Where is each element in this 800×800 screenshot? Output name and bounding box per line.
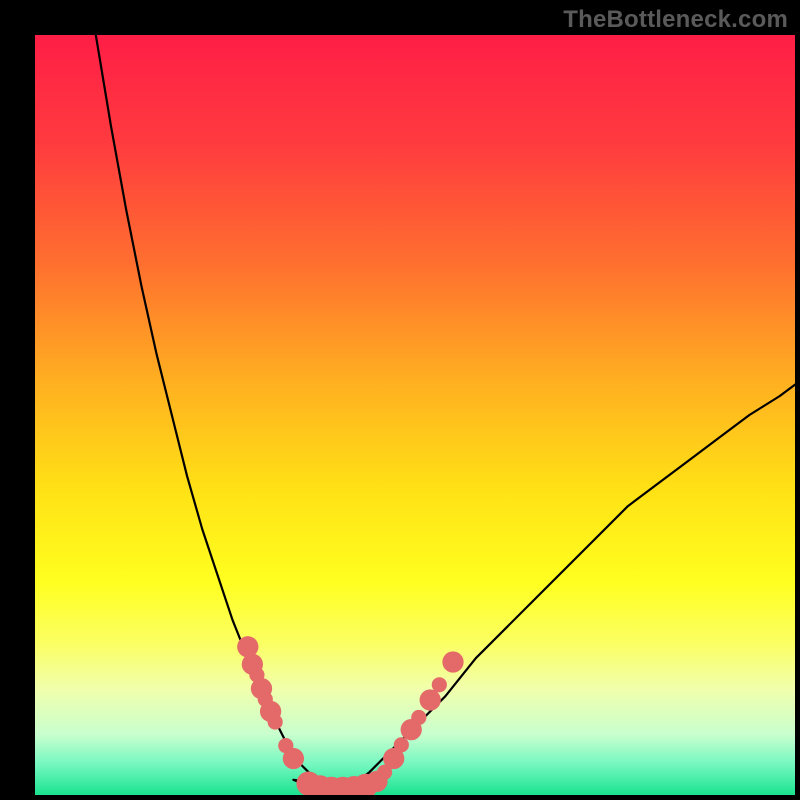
- data-point: [420, 689, 441, 710]
- data-point: [411, 710, 426, 725]
- data-point: [442, 651, 463, 672]
- data-point: [283, 748, 304, 769]
- plot-area: [35, 35, 795, 795]
- chart-container: TheBottleneck.com: [0, 0, 800, 800]
- gradient-background: [35, 35, 795, 795]
- bottleneck-chart-svg: [35, 35, 795, 795]
- data-point: [432, 677, 447, 692]
- data-point: [268, 714, 283, 729]
- data-point: [394, 737, 409, 752]
- watermark: TheBottleneck.com: [563, 6, 788, 34]
